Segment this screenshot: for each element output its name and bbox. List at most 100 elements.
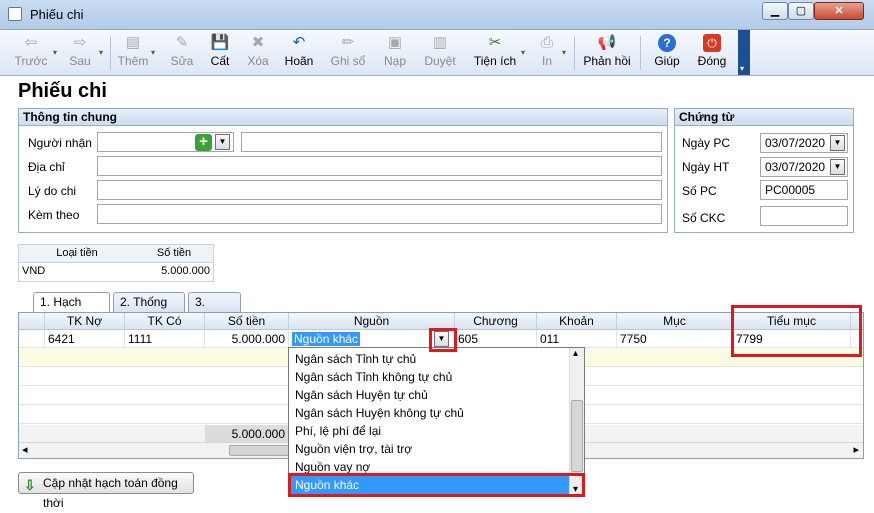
next-dropdown-icon[interactable]: ▾ (99, 48, 103, 57)
toolbar-separator (574, 36, 575, 70)
prev-button[interactable]: ⇦ Trước (10, 33, 52, 73)
window-title: Phiếu chi (30, 7, 84, 22)
close-label: Đóng (697, 54, 727, 68)
print-button[interactable]: ⎙ In (533, 33, 561, 73)
page-title: Phiếu chi (18, 80, 107, 102)
currency-grid: Loại tiền Số tiền VND 5.000.000 (18, 244, 214, 282)
add-document-icon: ▤ (125, 34, 141, 51)
cell-muc[interactable]: 7750 (617, 330, 733, 348)
cell-khoan[interactable]: 011 (537, 330, 617, 348)
add-recipient-icon[interactable]: + (195, 134, 212, 151)
add-dropdown-icon[interactable]: ▾ (151, 48, 155, 57)
maximize-button[interactable]: ▢ (788, 2, 814, 20)
list-item[interactable]: Nguồn viện trợ, tài trợ (289, 440, 569, 458)
app-icon (8, 7, 22, 21)
list-item[interactable]: Ngân sách Tỉnh không tự chủ (289, 368, 569, 386)
approve-label: Duyệt (424, 54, 456, 68)
edit-icon: ✎ (175, 34, 189, 51)
col-chuong[interactable]: Chương (455, 313, 537, 330)
update-accounting-button[interactable]: ⇩ Cập nhật hạch toán đồng thời (18, 472, 194, 510)
row-selector[interactable] (19, 330, 45, 348)
post-button[interactable]: ✏ Ghi sổ (328, 33, 368, 73)
currency-type-cell[interactable]: VND (19, 263, 135, 281)
col-tk-no[interactable]: TK Nợ (45, 313, 125, 330)
cell-tk-co[interactable]: 1111 (125, 330, 205, 348)
utilities-button[interactable]: ✂ Tiện ích (470, 33, 520, 73)
annotation-box-selected-option (288, 473, 585, 497)
scroll-right-icon[interactable]: ▸ (853, 443, 859, 456)
prev-dropdown-icon[interactable]: ▾ (53, 48, 57, 57)
feedback-label: Phản hồi (583, 54, 631, 68)
attachment-input[interactable] (97, 204, 662, 224)
utilities-dropdown-icon[interactable]: ▾ (521, 48, 525, 57)
annotation-box-dropdown-button (429, 328, 457, 352)
currency-row[interactable]: VND 5.000.000 (19, 263, 213, 281)
undo-button[interactable]: ↶ Hoãn (280, 33, 318, 73)
toolbar-overflow-button[interactable]: ▾ (738, 30, 750, 75)
recipient-dropdown-button[interactable]: ▼ (215, 134, 230, 150)
chevron-down-icon: ▾ (740, 64, 745, 73)
dropdown-scroll-thumb[interactable] (571, 400, 583, 472)
col-so-tien[interactable]: Số tiền (205, 313, 289, 330)
edit-button[interactable]: ✎ Sửa (164, 33, 200, 73)
tab-statistics[interactable]: 2. Thống kê (113, 292, 185, 328)
minimize-button[interactable]: ▁ (762, 2, 788, 20)
add-label: Thêm (117, 54, 149, 68)
total-amount: 5.000.000 (205, 425, 289, 443)
so-ckc-input[interactable] (760, 206, 848, 226)
toolbar-separator (640, 36, 641, 70)
currency-amount-header: Số tiền (156, 247, 192, 259)
voucher-header: Chứng từ (675, 109, 853, 126)
close-window-button[interactable]: ✕ (814, 2, 864, 20)
cell-tk-no[interactable]: 6421 (45, 330, 125, 348)
attachment-label: Kèm theo (28, 208, 80, 222)
approve-button[interactable]: ▥ Duyệt (420, 33, 460, 73)
recipient-input[interactable] (97, 132, 234, 152)
address-input[interactable] (97, 156, 662, 176)
save-button[interactable]: 💾 Cất (203, 33, 237, 73)
cell-so-tien[interactable]: 5.000.000 (205, 330, 289, 348)
currency-amount-cell[interactable]: 5.000.000 (135, 263, 213, 281)
list-item[interactable]: Ngân sách Tỉnh tự chủ (289, 350, 569, 368)
help-icon: ? (658, 34, 676, 52)
load-button[interactable]: ▣ Nạp (378, 33, 412, 73)
cell-chuong[interactable]: 605 (455, 330, 537, 348)
list-item[interactable]: Ngân sách Huyện không tự chủ (289, 404, 569, 422)
tab-tax[interactable]: 3. Thuế (188, 292, 241, 328)
list-item[interactable]: Ngân sách Huyện tự chủ (289, 386, 569, 404)
date-ht-dropdown-button[interactable]: ▼ (830, 159, 845, 175)
printer-icon: ⎙ (540, 34, 553, 51)
close-button[interactable]: ⏻ Đóng (694, 33, 730, 73)
load-label: Nạp (383, 54, 406, 68)
recipient-name-input[interactable] (241, 132, 662, 152)
next-button[interactable]: ⇨ Sau (62, 33, 98, 73)
delete-icon: ✖ (251, 34, 265, 51)
feedback-button[interactable]: 📢 Phản hồi (582, 33, 632, 73)
scroll-left-icon[interactable]: ◂ (22, 443, 28, 456)
nguon-selected-text[interactable]: Nguồn khác (292, 332, 361, 346)
currency-type-header: Loại tiền (56, 247, 98, 259)
pencil-icon: ✏ (341, 34, 355, 51)
reason-input[interactable] (97, 180, 662, 200)
print-dropdown-icon[interactable]: ▾ (562, 48, 566, 57)
approve-icon: ▥ (432, 34, 448, 51)
col-tk-co[interactable]: TK Có (125, 313, 205, 330)
save-label: Cất (210, 54, 230, 68)
undo-icon: ↶ (292, 34, 306, 51)
so-pc-input[interactable]: PC00005 (760, 180, 848, 200)
list-item[interactable]: Phí, lệ phí để lại (289, 422, 569, 440)
annotation-box-tieu-muc (731, 305, 862, 357)
add-button[interactable]: ▤ Thêm (116, 33, 150, 73)
power-icon: ⏻ (703, 34, 721, 52)
col-muc[interactable]: Mục (617, 313, 733, 330)
scroll-up-icon[interactable]: ▴ (573, 348, 578, 359)
date-pc-dropdown-button[interactable]: ▼ (830, 135, 845, 151)
post-label: Ghi sổ (330, 54, 366, 68)
update-accounting-label: Cập nhật hạch toán đồng thời (43, 476, 178, 510)
help-button[interactable]: ? Giúp (650, 33, 684, 73)
delete-button[interactable]: ✖ Xóa (240, 33, 276, 73)
help-label: Giúp (654, 54, 680, 68)
tab-accounting[interactable]: 1. Hạch toán (33, 292, 110, 328)
row-selector-header (19, 313, 45, 330)
col-khoan[interactable]: Khoản (537, 313, 617, 330)
